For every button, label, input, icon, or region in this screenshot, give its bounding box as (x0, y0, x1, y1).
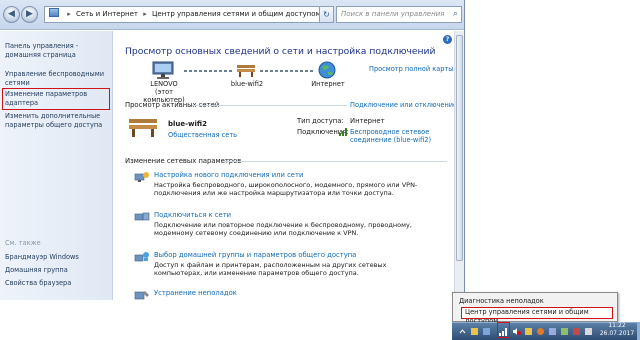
app-tray-icon[interactable] (560, 327, 569, 336)
main-content: ? Просмотр основных сведений о сети и на… (114, 31, 457, 300)
connect-disconnect-link[interactable]: Подключение или отключение (350, 101, 457, 109)
task-connect-network-desc: Подключение или повторное подключение к … (154, 221, 412, 237)
app-tray-icon[interactable] (482, 327, 491, 336)
menu-item-diagnose[interactable]: Диагностика неполадок (459, 297, 544, 305)
app-tray-icon[interactable] (584, 327, 593, 336)
breadcrumb-network[interactable]: Сеть и Интернет (76, 10, 138, 18)
task-connect-network-link[interactable]: Подключиться к сети (154, 211, 434, 219)
taskbar-clock[interactable]: 11:22 26.07.2017 (597, 322, 637, 338)
network-tray-highlight (497, 322, 510, 338)
tray-context-menu: Диагностика неполадок Центр управления с… (452, 292, 618, 325)
page-title: Просмотр основных сведений о сети и наст… (125, 46, 436, 57)
divider (192, 105, 347, 106)
troubleshoot-icon (134, 291, 149, 300)
breadcrumb-sep: ▸ (143, 10, 147, 18)
refresh-icon[interactable]: ↻ (319, 6, 334, 23)
view-full-map-link[interactable]: Просмотр полной карты (369, 65, 453, 73)
wireless-connection-link[interactable]: Беспроводное сетевое соединение (blue-wi… (350, 128, 440, 144)
sidebar-item-wireless[interactable]: Управление беспроводными сетями (5, 70, 110, 88)
connection-line-2 (260, 70, 314, 72)
breadcrumb-network-center[interactable]: Центр управления сетями и общим доступом (152, 10, 321, 18)
sidebar-item-adapter-settings[interactable]: Изменение параметров адаптера (2, 88, 110, 110)
volume-muted-icon[interactable] (512, 327, 521, 336)
menu-item-network-center[interactable]: Центр управления сетями и общим доступом (461, 307, 613, 325)
access-type-label: Тип доступа: (297, 117, 344, 125)
clock-date: 26.07.2017 (599, 330, 635, 337)
see-also-homegroup[interactable]: Домашняя группа (5, 266, 110, 275)
computer-icon (152, 61, 174, 79)
back-button[interactable]: ◀ (3, 6, 20, 23)
globe-icon (318, 61, 336, 79)
homegroup-icon (134, 252, 149, 262)
divider (222, 161, 447, 162)
control-panel-window: ◀ ▶ ▸ Сеть и Интернет ▸ Центр управления… (0, 0, 465, 300)
clock-time: 11:22 (608, 322, 626, 329)
task-homegroup: Выбор домашней группы и параметров общег… (154, 251, 434, 277)
task-new-connection: Настройка нового подключения или сети На… (154, 171, 434, 197)
node-network: blue-wifi2 (224, 80, 270, 88)
node-internet: Интернет (306, 80, 350, 88)
app-tray-icon[interactable] (572, 327, 581, 336)
node-network-name: blue-wifi2 (230, 80, 264, 88)
task-troubleshoot: Устранение неполадок (154, 289, 434, 297)
search-placeholder: Поиск в панели управления (341, 10, 445, 18)
app-tray-icon[interactable] (548, 327, 557, 336)
search-input[interactable]: Поиск в панели управления ⌕ (336, 6, 462, 23)
scrollbar-thumb[interactable] (456, 35, 463, 261)
task-troubleshoot-link[interactable]: Устранение неполадок (154, 289, 434, 297)
network-bench-icon (129, 119, 157, 137)
app-tray-icon[interactable] (524, 327, 533, 336)
task-new-connection-link[interactable]: Настройка нового подключения или сети (154, 171, 434, 179)
address-bar: ◀ ▶ ▸ Сеть и Интернет ▸ Центр управления… (0, 0, 464, 30)
search-icon[interactable]: ⌕ (453, 7, 458, 22)
task-homegroup-desc: Доступ к файлам и принтерам, расположенн… (154, 261, 387, 277)
see-also-firewall[interactable]: Брандмауэр Windows (5, 253, 110, 262)
wifi-signal-icon (339, 128, 347, 136)
network-name: blue-wifi2 (168, 120, 207, 128)
help-icon[interactable]: ? (443, 35, 452, 44)
connect-network-icon (134, 212, 150, 221)
flag-icon[interactable] (470, 327, 479, 336)
sidebar-item-home[interactable]: Панель управления - домашняя страница (5, 42, 110, 60)
address-field[interactable]: ▸ Сеть и Интернет ▸ Центр управления сет… (44, 6, 330, 23)
see-also-browser-props[interactable]: Свойства браузера (5, 279, 110, 288)
access-type-value: Интернет (350, 117, 385, 125)
show-hidden-icons-icon[interactable] (458, 327, 467, 336)
new-connection-icon (134, 172, 149, 182)
task-new-connection-desc: Настройка беспроводного, широкополосного… (154, 181, 418, 197)
see-also-header: См. также (5, 239, 41, 247)
app-tray-icon[interactable] (536, 327, 545, 336)
node-lenovo-name: LENOVO (150, 80, 178, 88)
control-panel-icon (49, 8, 59, 17)
sidebar-item-sharing-settings[interactable]: Изменить дополнительные параметры общего… (5, 112, 110, 130)
network-type-link[interactable]: Общественная сеть (168, 131, 237, 139)
task-homegroup-link[interactable]: Выбор домашней группы и параметров общег… (154, 251, 434, 259)
task-connect-network: Подключиться к сети Подключение или повт… (154, 211, 434, 237)
connection-line-1 (184, 70, 232, 72)
breadcrumb-sep: ▸ (67, 10, 71, 18)
vertical-scrollbar[interactable] (454, 31, 464, 300)
network-bench-icon (237, 65, 255, 77)
left-pane: Панель управления - домашняя страница Уп… (0, 31, 113, 300)
forward-button[interactable]: ▶ (21, 6, 38, 23)
node-internet-name: Интернет (311, 80, 345, 88)
